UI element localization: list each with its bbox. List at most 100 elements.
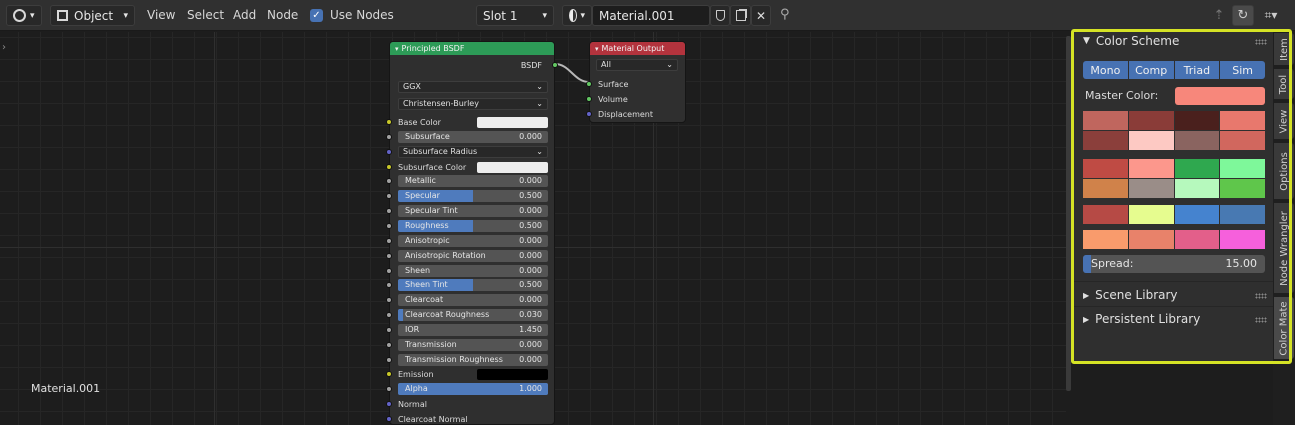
tab-color-mate[interactable]: Color Mate xyxy=(1274,297,1294,359)
input-field-roughness[interactable]: Roughness 0.500 xyxy=(398,220,548,232)
material-output-node[interactable]: ▾ Material Output All ⌄ Surface Volume Dis… xyxy=(586,41,686,123)
tab-options[interactable]: Options xyxy=(1274,143,1294,199)
palette-swatch[interactable] xyxy=(1128,179,1174,198)
scene-library-header[interactable]: ▶ Scene Library xyxy=(1083,288,1178,302)
fake-user-shield-icon[interactable] xyxy=(710,5,730,26)
input-field-anisotropic[interactable]: Anisotropic 0.000 xyxy=(398,235,548,247)
input-socket[interactable] xyxy=(586,96,592,102)
color-swatch[interactable] xyxy=(477,162,548,173)
color-swatch[interactable] xyxy=(477,369,548,380)
collapse-chevron-icon[interactable]: ▾ xyxy=(395,45,399,53)
menu-view[interactable]: View xyxy=(147,8,175,22)
object-type-dropdown[interactable]: Object ▾ xyxy=(50,5,135,26)
menu-node[interactable]: Node xyxy=(267,8,298,22)
snap-toggle-icon[interactable]: ↻ xyxy=(1232,5,1254,26)
input-socket[interactable] xyxy=(386,401,392,407)
input-socket[interactable] xyxy=(386,178,392,184)
palette-swatch[interactable] xyxy=(1174,159,1220,178)
input-socket[interactable] xyxy=(386,149,392,155)
duplicate-material-icon[interactable] xyxy=(730,5,751,26)
input-socket[interactable] xyxy=(586,81,592,87)
palette-swatch[interactable] xyxy=(1128,159,1174,178)
input-socket[interactable] xyxy=(386,193,392,199)
input-socket[interactable] xyxy=(386,357,392,363)
palette-swatch[interactable] xyxy=(1083,111,1128,130)
palette-swatch[interactable] xyxy=(1220,205,1265,224)
input-field-subsurface[interactable]: Subsurface 0.000 xyxy=(398,131,548,143)
drag-handle-icon[interactable] xyxy=(1255,293,1267,299)
input-socket[interactable] xyxy=(386,134,392,140)
input-socket[interactable] xyxy=(386,208,392,214)
sidebar-scrollbar[interactable] xyxy=(1066,36,1071,391)
tab-tool[interactable]: Tool xyxy=(1274,69,1294,99)
node-canvas[interactable]: › Material.001 ▾ Principled BSDF BSDF GG… xyxy=(0,32,1066,425)
pin-icon[interactable]: ⚲ xyxy=(780,7,790,22)
drag-handle-icon[interactable] xyxy=(1255,317,1267,323)
collapse-chevron-icon[interactable]: ▾ xyxy=(595,45,599,53)
drag-handle-icon[interactable] xyxy=(1255,39,1267,45)
tab-node-wrangler[interactable]: Node Wrangler xyxy=(1274,203,1294,293)
menu-add[interactable]: Add xyxy=(233,8,256,22)
input-socket[interactable] xyxy=(386,282,392,288)
tab-item[interactable]: Item xyxy=(1274,33,1294,65)
menu-select[interactable]: Select xyxy=(187,8,224,22)
input-socket[interactable] xyxy=(386,371,392,377)
mode-triad-button[interactable]: Triad xyxy=(1174,61,1220,79)
input-field-transmission[interactable]: Transmission 0.000 xyxy=(398,339,548,351)
palette-swatch[interactable] xyxy=(1220,111,1265,130)
principled-bsdf-node[interactable]: ▾ Principled BSDF BSDF GGX ⌄ Christensen… xyxy=(386,41,558,425)
input-field-specular[interactable]: Specular 0.500 xyxy=(398,190,548,202)
input-socket[interactable] xyxy=(386,164,392,170)
output-target-dropdown[interactable]: All ⌄ xyxy=(596,59,678,71)
palette-swatch[interactable] xyxy=(1083,131,1128,150)
slot-dropdown[interactable]: Slot 1 ▾ xyxy=(476,5,554,26)
color-swatch[interactable] xyxy=(477,117,548,128)
subsurface-method-dropdown[interactable]: Christensen-Burley ⌄ xyxy=(398,98,548,110)
input-field-sheen[interactable]: Sheen 0.000 xyxy=(398,265,548,277)
node-header[interactable]: ▾ Material Output xyxy=(590,42,685,55)
palette-swatch[interactable] xyxy=(1128,230,1174,249)
parent-node-tree-icon[interactable]: ⇡ xyxy=(1208,5,1230,26)
palette-swatch[interactable] xyxy=(1128,131,1174,150)
palette-swatch[interactable] xyxy=(1128,205,1174,224)
palette-swatch[interactable] xyxy=(1220,179,1265,198)
palette-swatch[interactable] xyxy=(1128,111,1174,130)
persistent-library-header[interactable]: ▶ Persistent Library xyxy=(1083,312,1200,326)
editor-type-dropdown[interactable]: ▾ xyxy=(6,5,42,26)
input-socket[interactable] xyxy=(386,327,392,333)
palette-swatch[interactable] xyxy=(1083,230,1128,249)
palette-swatch[interactable] xyxy=(1083,159,1128,178)
unlink-close-icon[interactable]: ✕ xyxy=(751,5,771,26)
input-field-anisotropic-rotation[interactable]: Anisotropic Rotation 0.000 xyxy=(398,250,548,262)
mode-comp-button[interactable]: Comp xyxy=(1128,61,1174,79)
input-field-ior[interactable]: IOR 1.450 xyxy=(398,324,548,336)
master-color-swatch[interactable] xyxy=(1175,87,1265,105)
distribution-dropdown[interactable]: GGX ⌄ xyxy=(398,81,548,93)
node-header[interactable]: ▾ Principled BSDF xyxy=(390,42,554,55)
palette-swatch[interactable] xyxy=(1174,205,1220,224)
input-socket[interactable] xyxy=(386,386,392,392)
input-socket[interactable] xyxy=(386,416,392,422)
input-field-alpha[interactable]: Alpha 1.000 xyxy=(398,383,548,395)
input-socket[interactable] xyxy=(386,238,392,244)
material-name-field[interactable]: Material.001 xyxy=(592,5,710,26)
tab-view[interactable]: View xyxy=(1274,103,1294,139)
palette-swatch[interactable] xyxy=(1174,179,1220,198)
input-socket[interactable] xyxy=(386,253,392,259)
mode-mono-button[interactable]: Mono xyxy=(1083,61,1128,79)
palette-swatch[interactable] xyxy=(1083,205,1128,224)
input-socket[interactable] xyxy=(386,342,392,348)
spread-slider[interactable]: Spread: 15.00 xyxy=(1083,255,1265,273)
input-socket[interactable] xyxy=(386,268,392,274)
palette-swatch[interactable] xyxy=(1220,159,1265,178)
input-field-metallic[interactable]: Metallic 0.000 xyxy=(398,175,548,187)
input-field-specular-tint[interactable]: Specular Tint 0.000 xyxy=(398,205,548,217)
palette-swatch[interactable] xyxy=(1174,230,1220,249)
input-field-clearcoat-roughness[interactable]: Clearcoat Roughness 0.030 xyxy=(398,309,548,321)
input-field-transmission-roughness[interactable]: Transmission Roughness 0.000 xyxy=(398,354,548,366)
input-socket[interactable] xyxy=(386,223,392,229)
input-socket[interactable] xyxy=(386,297,392,303)
input-field-clearcoat[interactable]: Clearcoat 0.000 xyxy=(398,294,548,306)
mode-sim-button[interactable]: Sim xyxy=(1220,61,1265,79)
snap-mode-icon[interactable]: ⌗▾ xyxy=(1256,5,1286,26)
